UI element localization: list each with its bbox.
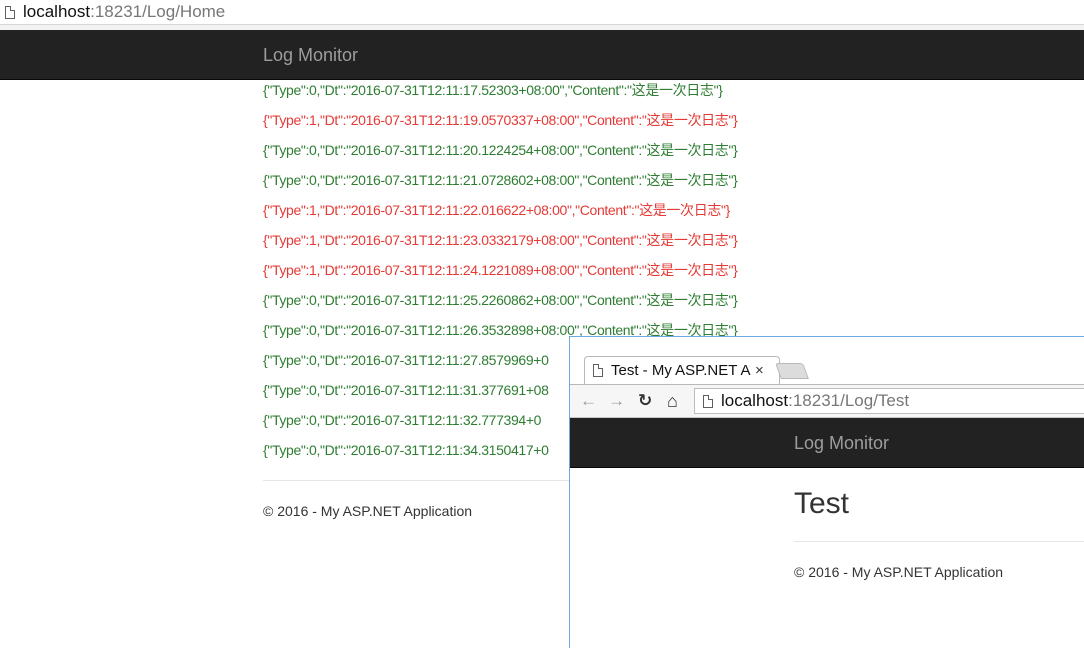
tab-title: Test - My ASP.NET A (611, 362, 751, 379)
footer-divider (263, 480, 573, 481)
url-host: localhost (23, 2, 91, 21)
log-line: {"Type":1,"Dt":"2016-07-31T12:11:24.1221… (263, 262, 738, 278)
log-line: {"Type":0,"Dt":"2016-07-31T12:11:25.2260… (263, 292, 738, 308)
omnibox-host: localhost (721, 391, 789, 410)
page-icon (5, 5, 15, 19)
log-line: {"Type":0,"Dt":"2016-07-31T12:11:17.5230… (263, 82, 723, 98)
omnibox-path: :18231/Log/Test (788, 391, 910, 410)
tab-strip: Test - My ASP.NET A × (570, 337, 1084, 384)
forward-arrow-icon[interactable]: → (608, 391, 625, 411)
page-footer: © 2016 - My ASP.NET Application (263, 503, 473, 519)
tab-page-icon (593, 364, 603, 377)
brand-link[interactable]: Log Monitor (263, 45, 358, 66)
tab-test[interactable]: Test - My ASP.NET A × (584, 356, 780, 384)
test-page-window: Test - My ASP.NET A × ← → ↻ ⌂ localhost:… (569, 336, 1084, 648)
omnibox[interactable]: localhost:18231/Log/Test (694, 388, 1084, 414)
back-arrow-icon[interactable]: ← (580, 391, 597, 411)
home-icon[interactable]: ⌂ (667, 391, 678, 411)
log-line: {"Type":1,"Dt":"2016-07-31T12:11:22.0166… (263, 202, 730, 218)
test-brand-link[interactable]: Log Monitor (794, 433, 889, 454)
omnibox-url[interactable]: localhost:18231/Log/Test (721, 391, 909, 411)
url-path: :18231/Log/Home (90, 2, 226, 21)
browser-toolbar: ← → ↻ ⌂ localhost:18231/Log/Test (570, 384, 1084, 418)
log-line: {"Type":1,"Dt":"2016-07-31T12:11:19.0570… (263, 112, 738, 128)
site-navbar: Log Monitor (0, 30, 1084, 80)
test-site-navbar: Log Monitor (570, 418, 1084, 468)
address-bar[interactable]: localhost:18231/Log/Home (0, 0, 1084, 25)
omnibox-page-icon (703, 394, 713, 408)
log-line: {"Type":0,"Dt":"2016-07-31T12:11:20.1224… (263, 142, 738, 158)
new-tab-button[interactable] (775, 363, 809, 379)
test-page-footer: © 2016 - My ASP.NET Application (794, 564, 1004, 580)
page-title: Test (794, 487, 850, 520)
close-icon[interactable]: × (755, 362, 764, 379)
test-footer-divider (794, 541, 1084, 542)
log-line: {"Type":1,"Dt":"2016-07-31T12:11:23.0332… (263, 232, 738, 248)
reload-icon[interactable]: ↻ (638, 391, 652, 411)
url-text[interactable]: localhost:18231/Log/Home (23, 2, 225, 22)
log-line: {"Type":0,"Dt":"2016-07-31T12:11:21.0728… (263, 172, 738, 188)
